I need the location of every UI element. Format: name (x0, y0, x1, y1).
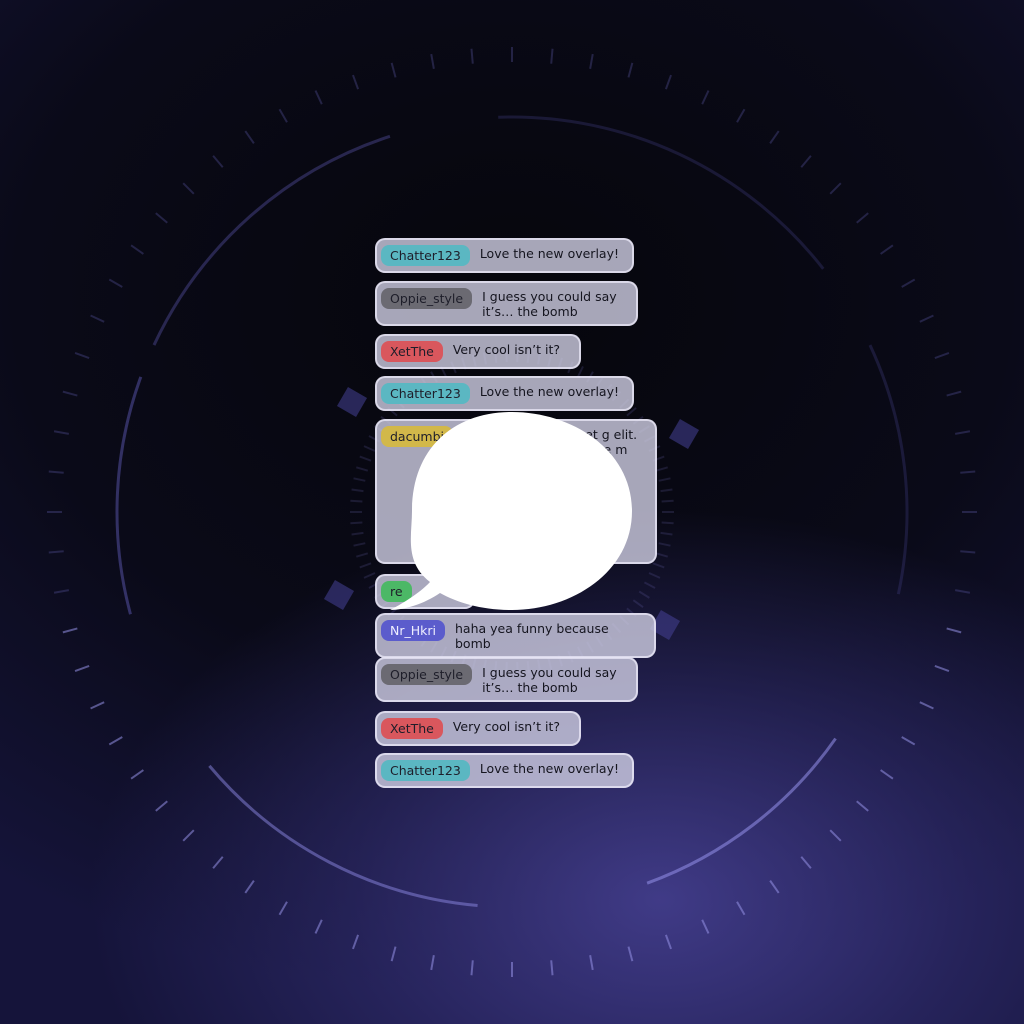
chat-message: Oppie_style I guess you could say it’s… … (375, 281, 638, 326)
dial-tick (278, 901, 288, 916)
chat-username: Chatter123 (381, 760, 470, 781)
chat-text: Love the new overlay! (479, 761, 619, 776)
dial-tick (946, 390, 962, 397)
chat-message: Oppie_style I guess you could say it’s… … (375, 657, 638, 702)
dial-tick (62, 627, 78, 634)
inner-dial-tick (363, 445, 376, 452)
dial-tick (90, 314, 105, 323)
chat-username: Oppie_style (381, 288, 473, 309)
dial-tick (130, 244, 144, 255)
chat-text: I guess you could say it’s… the bomb (482, 289, 617, 319)
dial-tick (212, 856, 224, 869)
dial-tick (155, 800, 168, 812)
dial-arc (115, 376, 143, 615)
dial-diamond (323, 579, 355, 611)
dial-tick (108, 278, 123, 288)
dial-tick (800, 856, 812, 869)
inner-dial-tick (363, 572, 376, 579)
dial-tick (53, 589, 70, 594)
inner-dial-tick (350, 521, 363, 525)
chat-message: Chatter123 Love the new overlay! (375, 238, 634, 273)
dial-tick (701, 919, 710, 934)
chat-username: Nr_Hkri (381, 620, 445, 641)
dial-arc (152, 134, 391, 346)
dial-tick (74, 352, 90, 360)
dial-tick (278, 108, 288, 123)
dial-tick (53, 430, 70, 435)
chat-message: Nr_Hkri haha yea funny because bomb (375, 613, 656, 658)
dial-tick (919, 314, 934, 323)
dial-tick (182, 182, 195, 195)
chat-text: Love the new overlay! (479, 246, 619, 261)
dial-tick (934, 352, 950, 360)
chat-username: Chatter123 (381, 383, 470, 404)
dial-tick (62, 390, 78, 397)
chat-message: Chatter123 Love the new overlay! (375, 376, 634, 411)
dial-tick (934, 664, 950, 672)
chat-text: Very cool isn’t it? (452, 342, 561, 357)
dial-tick (314, 90, 323, 105)
dial-tick (954, 589, 971, 594)
inner-dial-tick (353, 477, 366, 482)
dial-tick (352, 74, 360, 90)
chat-text: I guess you could say it’s… the bomb (482, 665, 617, 695)
dial-tick (919, 701, 934, 710)
speech-bubble-icon (390, 412, 632, 610)
inner-dial-tick (355, 552, 369, 558)
inner-dial-tick (359, 562, 372, 569)
dial-tick (769, 880, 780, 894)
chat-text: haha yea funny because bomb (455, 621, 609, 651)
inner-dial-tick (351, 531, 364, 536)
dial-tick (155, 212, 168, 224)
dial-tick (829, 829, 842, 842)
dial-tick (90, 701, 105, 710)
chat-username: Oppie_style (381, 664, 473, 685)
chat-username: XetThe (381, 718, 443, 739)
chat-text: Very cool isn’t it? (452, 719, 561, 734)
dial-tick (880, 769, 894, 780)
dial-tick (946, 627, 962, 634)
chat-text: Love the new overlay! (479, 384, 619, 399)
dial-tick (74, 664, 90, 672)
dial-tick (954, 430, 971, 435)
dial-tick (829, 182, 842, 195)
dial-tick (800, 155, 812, 168)
inner-dial-tick (359, 455, 372, 462)
inner-dial-tick (355, 466, 369, 472)
dial-tick (880, 244, 894, 255)
inner-dial-tick (351, 488, 364, 493)
inner-dial-tick (350, 499, 363, 503)
inner-dial-tick (353, 542, 366, 547)
dial-tick (130, 769, 144, 780)
dial-tick (244, 880, 255, 894)
dial-tick (856, 212, 869, 224)
dial-tick (960, 470, 976, 474)
dial-tick (736, 901, 746, 916)
chat-username: Chatter123 (381, 245, 470, 266)
dial-tick (108, 736, 123, 746)
dial-tick (182, 829, 195, 842)
dial-tick (701, 90, 710, 105)
dial-tick (736, 108, 746, 123)
dial-tick (48, 550, 64, 554)
dial-tick (960, 550, 976, 554)
chat-message: Chatter123 Love the new overlay! (375, 753, 634, 788)
dial-tick (856, 800, 869, 812)
chat-username: XetThe (381, 341, 443, 362)
dial-tick (314, 919, 323, 934)
dial-tick (901, 278, 916, 288)
chat-message: XetThe Very cool isn’t it? (375, 334, 581, 369)
dial-tick (352, 934, 360, 950)
dial-tick (901, 736, 916, 746)
dial-diamond (336, 386, 368, 418)
dial-arc (868, 344, 909, 595)
chat-message: XetThe Very cool isn’t it? (375, 711, 581, 746)
dial-tick (244, 130, 255, 144)
dial-tick (48, 470, 64, 474)
dial-tick (769, 130, 780, 144)
dial-tick (212, 155, 224, 168)
